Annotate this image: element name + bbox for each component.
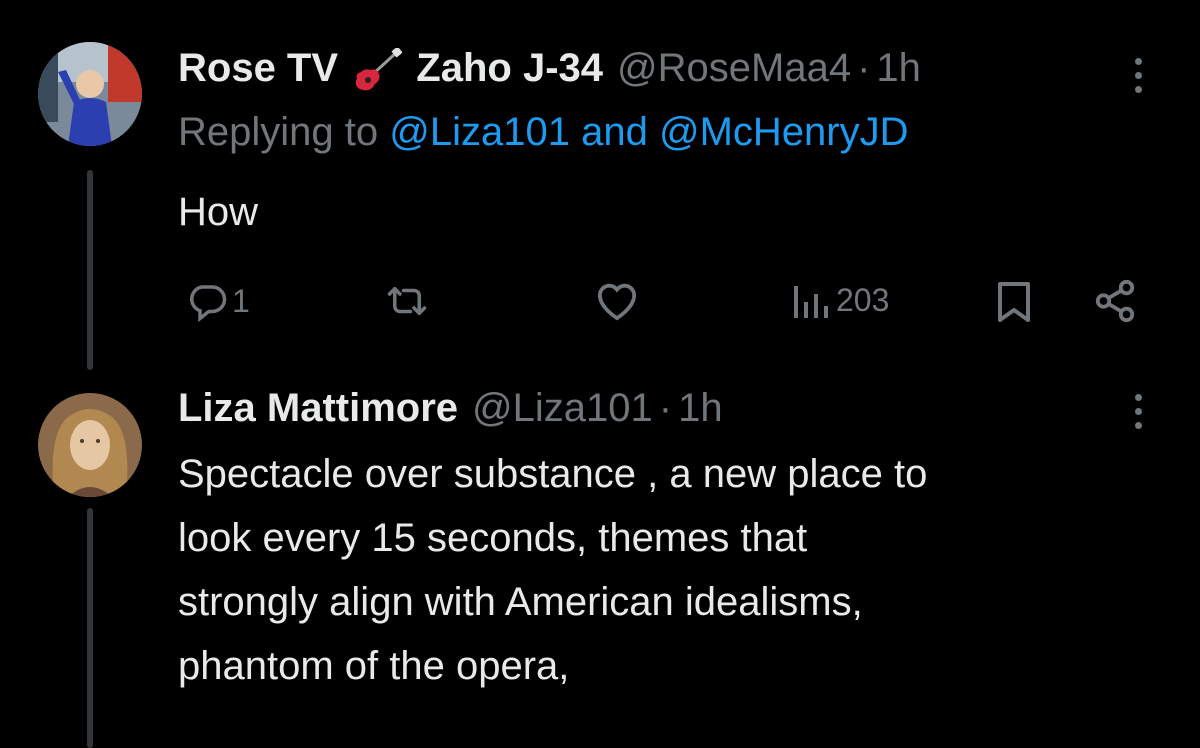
tweet-text: How [178, 190, 259, 234]
share-button[interactable] [1092, 278, 1138, 324]
guitar-emoji-icon [351, 47, 403, 92]
reply-icon [190, 285, 227, 322]
bookmark-button[interactable] [996, 280, 1032, 324]
tweet1-header: Rose TV Zaho J-34 @RoseMaa4 · 1h [178, 46, 921, 92]
tweet-text-line: look every 15 seconds, themes that [178, 516, 808, 560]
views-count: 203 [836, 281, 890, 318]
tweet-text-line: phantom of the opera, [178, 644, 570, 688]
tweet2-header: Liza Mattimore @Liza101 · 1h [178, 386, 723, 431]
timestamp[interactable]: 1h [678, 386, 723, 431]
heart-icon [597, 283, 637, 321]
replying-to-label: Replying to [178, 110, 379, 154]
handle[interactable]: @RoseMaa4 [617, 46, 851, 91]
like-button[interactable] [594, 280, 640, 322]
timestamp[interactable]: 1h [876, 46, 921, 91]
views-icon [794, 286, 828, 318]
more-options-icon[interactable] [1128, 394, 1148, 429]
tweet-text-line: Spectacle over substance , a new place t… [178, 452, 928, 496]
avatar-rosemaa4[interactable] [38, 42, 142, 146]
reply-count: 1 [232, 282, 250, 319]
more-options-icon[interactable] [1128, 58, 1148, 93]
views-button[interactable]: 203 [790, 278, 889, 322]
tweet-text: Spectacle over substance , a new place t… [178, 442, 927, 698]
share-icon [1095, 279, 1135, 323]
display-name[interactable]: Liza Mattimore [178, 386, 458, 431]
retweet-button[interactable] [384, 280, 430, 322]
separator-dot: · [857, 46, 871, 90]
display-name[interactable]: Rose TV Zaho J-34 [178, 46, 603, 92]
handle[interactable]: @Liza101 [472, 386, 653, 431]
retweet-icon [387, 287, 427, 315]
thread-line-top [87, 170, 93, 370]
bookmark-icon [998, 282, 1030, 322]
avatar-liza101[interactable] [38, 393, 142, 497]
separator-dot: · [658, 386, 673, 430]
reply-button[interactable]: 1 [186, 280, 250, 322]
replying-to: Replying to @Liza101 and @McHenryJD [178, 110, 909, 155]
mention-liza101[interactable]: @Liza101 [389, 110, 570, 154]
tweet-text-line: strongly align with American idealisms, [178, 580, 863, 624]
tweet-actions: 1 203 [178, 272, 1148, 328]
mention-conjunction[interactable]: and [581, 110, 648, 154]
mention-mchenryjd[interactable]: @McHenryJD [659, 110, 909, 154]
thread-line-bottom [87, 508, 93, 748]
